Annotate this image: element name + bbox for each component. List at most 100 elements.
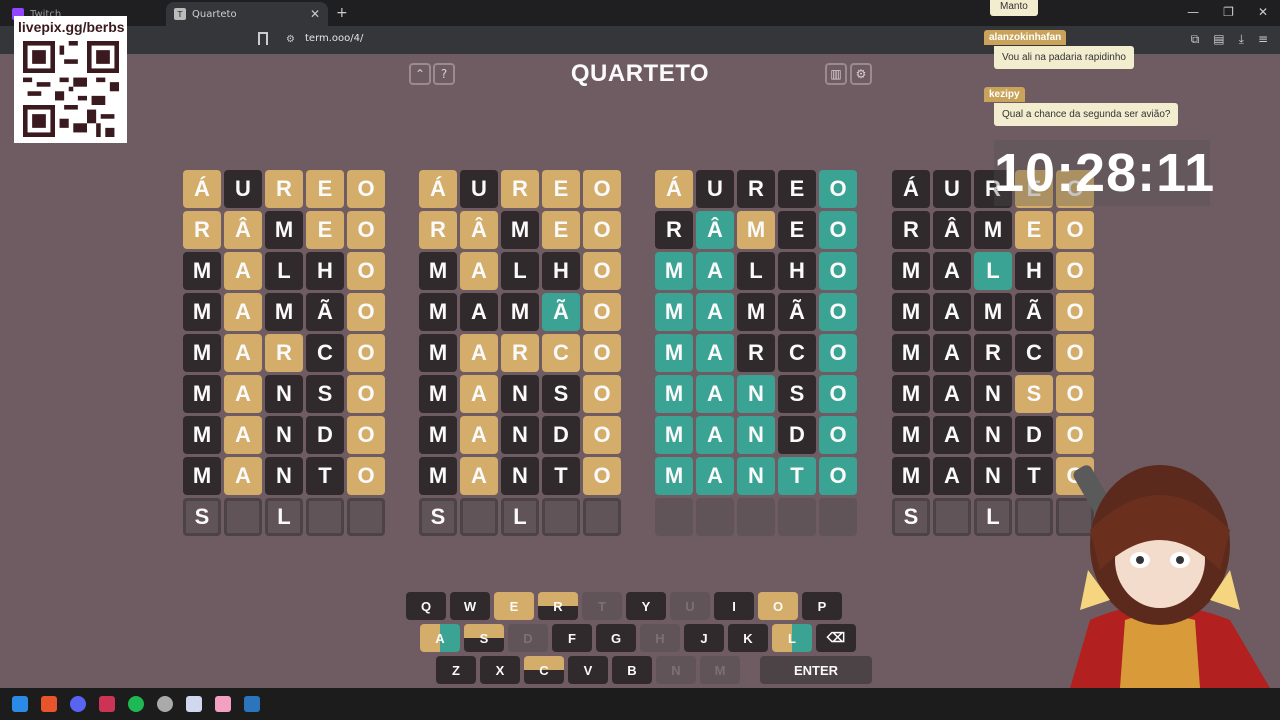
letter-tile: M bbox=[501, 211, 539, 249]
letter-tile bbox=[542, 498, 580, 536]
key-j[interactable]: J bbox=[684, 624, 724, 652]
letter-tile: S bbox=[1015, 375, 1053, 413]
steam-icon[interactable] bbox=[244, 696, 260, 712]
letter-tile: O bbox=[819, 334, 857, 372]
letter-tile: A bbox=[460, 416, 498, 454]
obs-icon[interactable] bbox=[157, 696, 173, 712]
letter-tile: R bbox=[501, 170, 539, 208]
key-c[interactable]: C bbox=[524, 656, 564, 684]
chat-text: Qual a chance da segunda ser avião? bbox=[994, 103, 1179, 126]
key-t[interactable]: T bbox=[582, 592, 622, 620]
key-label: Q bbox=[420, 598, 432, 614]
app-icon[interactable] bbox=[99, 696, 115, 712]
backspace-key[interactable]: ⌫ bbox=[816, 624, 856, 652]
letter-tile: O bbox=[583, 211, 621, 249]
key-h[interactable]: H bbox=[640, 624, 680, 652]
key-m[interactable]: M bbox=[700, 656, 740, 684]
chat-text: Vou ali na padaria rapidinho bbox=[994, 46, 1134, 69]
letter-tile: N bbox=[974, 375, 1012, 413]
chat-username: alanzokinhafan bbox=[984, 30, 1067, 45]
url-field[interactable]: term.ooo/4/ bbox=[305, 33, 363, 44]
chevron-up-icon[interactable]: ⌃ bbox=[409, 63, 431, 85]
letter-tile: A bbox=[696, 457, 734, 495]
key-r[interactable]: R bbox=[538, 592, 578, 620]
letter-tile: O bbox=[819, 416, 857, 454]
windows-start-icon[interactable] bbox=[12, 696, 28, 712]
bookmark-icon[interactable] bbox=[258, 32, 268, 45]
key-y[interactable]: Y bbox=[626, 592, 666, 620]
key-x[interactable]: X bbox=[480, 656, 520, 684]
key-s[interactable]: S bbox=[464, 624, 504, 652]
key-z[interactable]: Z bbox=[436, 656, 476, 684]
letter-tile: N bbox=[265, 375, 303, 413]
letter-tile: T bbox=[542, 457, 580, 495]
letter-tile: O bbox=[347, 170, 385, 208]
key-o[interactable]: O bbox=[758, 592, 798, 620]
key-u[interactable]: U bbox=[670, 592, 710, 620]
letter-tile: O bbox=[347, 211, 385, 249]
letter-tile: Ã bbox=[1015, 293, 1053, 331]
letter-tile: A bbox=[933, 252, 971, 290]
site-info-icon[interactable]: ⚙ bbox=[286, 34, 295, 45]
extensions-icon[interactable]: ⧉ bbox=[1191, 32, 1200, 47]
enter-key[interactable]: ENTER bbox=[760, 656, 872, 684]
board-row: MALHO bbox=[419, 252, 625, 290]
restore-icon[interactable]: ❐ bbox=[1223, 5, 1234, 19]
spotify-icon[interactable] bbox=[128, 696, 144, 712]
key-e[interactable]: E bbox=[494, 592, 534, 620]
letter-tile: O bbox=[347, 375, 385, 413]
letter-tile bbox=[460, 498, 498, 536]
letter-tile: C bbox=[778, 334, 816, 372]
letter-tile: A bbox=[696, 334, 734, 372]
letter-tile: C bbox=[1015, 334, 1053, 372]
letter-tile: Ã bbox=[306, 293, 344, 331]
key-f[interactable]: F bbox=[552, 624, 592, 652]
key-a[interactable]: A bbox=[420, 624, 460, 652]
key-l[interactable]: L bbox=[772, 624, 812, 652]
letter-tile: M bbox=[419, 252, 457, 290]
discord-icon[interactable] bbox=[70, 696, 86, 712]
key-d[interactable]: D bbox=[508, 624, 548, 652]
letter-tile: O bbox=[583, 334, 621, 372]
app-icon[interactable] bbox=[186, 696, 202, 712]
key-g[interactable]: G bbox=[596, 624, 636, 652]
tab-quarteto[interactable]: T Quarteto ✕ bbox=[166, 2, 328, 26]
letter-tile: R bbox=[974, 334, 1012, 372]
letter-tile: S bbox=[306, 375, 344, 413]
close-window-icon[interactable]: ✕ bbox=[1258, 5, 1268, 19]
help-icon[interactable]: ? bbox=[433, 63, 455, 85]
board-row: MANSO bbox=[183, 375, 389, 413]
stats-icon[interactable]: ▥ bbox=[825, 63, 847, 85]
close-tab-icon[interactable]: ✕ bbox=[310, 7, 320, 21]
menu-icon[interactable]: ≡ bbox=[1258, 32, 1268, 47]
board-2: ÁUREORÂMEOMALHOMAMÃOMARCOMANSOMANDOMANTO… bbox=[419, 170, 625, 539]
letter-tile: M bbox=[892, 375, 930, 413]
letter-tile: A bbox=[933, 457, 971, 495]
letter-tile: M bbox=[655, 252, 693, 290]
letter-tile: O bbox=[819, 457, 857, 495]
key-w[interactable]: W bbox=[450, 592, 490, 620]
board-row: MANTO bbox=[419, 457, 625, 495]
letter-tile: M bbox=[655, 375, 693, 413]
download-icon[interactable]: ⤓ bbox=[1239, 32, 1244, 47]
letter-tile: D bbox=[778, 416, 816, 454]
key-k[interactable]: K bbox=[728, 624, 768, 652]
key-i[interactable]: I bbox=[714, 592, 754, 620]
key-b[interactable]: B bbox=[612, 656, 652, 684]
letter-tile: O bbox=[819, 293, 857, 331]
minimize-icon[interactable]: — bbox=[1187, 5, 1199, 19]
letter-tile: Á bbox=[183, 170, 221, 208]
letter-tile: M bbox=[737, 211, 775, 249]
sidebar-icon[interactable]: ▤ bbox=[1213, 32, 1224, 47]
key-n[interactable]: N bbox=[656, 656, 696, 684]
gear-icon[interactable]: ⚙ bbox=[850, 63, 872, 85]
key-p[interactable]: P bbox=[802, 592, 842, 620]
board-row: ÁUREO bbox=[183, 170, 389, 208]
brave-browser-icon[interactable] bbox=[41, 696, 57, 712]
new-tab-icon[interactable]: + bbox=[336, 5, 348, 21]
key-q[interactable]: Q bbox=[406, 592, 446, 620]
app-icon[interactable] bbox=[215, 696, 231, 712]
qr-label: livepix.gg/berbs bbox=[18, 19, 125, 35]
chat-message-3: kezipy Qual a chance da segunda ser aviã… bbox=[984, 82, 1179, 126]
key-v[interactable]: V bbox=[568, 656, 608, 684]
